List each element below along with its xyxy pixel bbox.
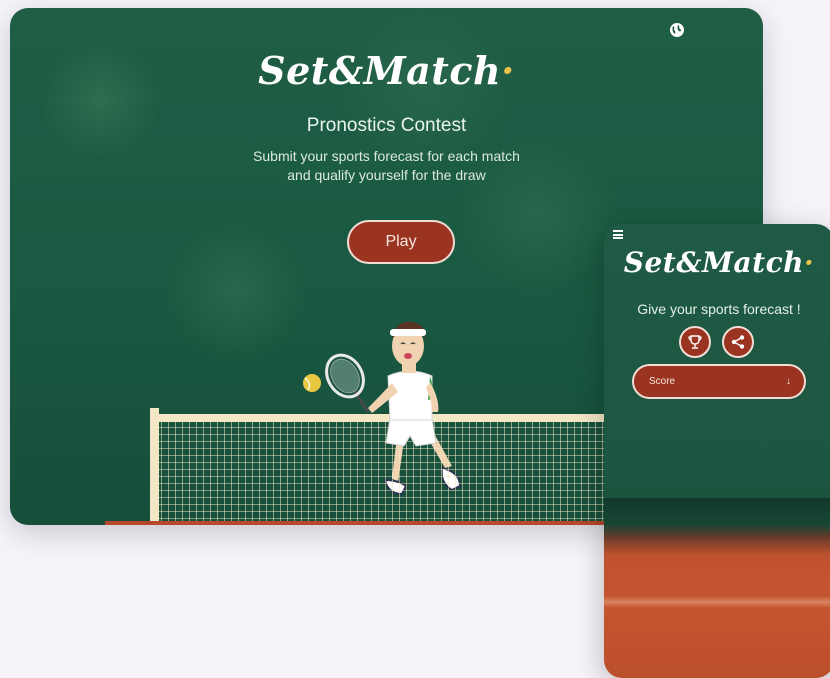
score-select[interactable]: Score ↓: [632, 364, 806, 399]
contest-subtitle: Submit your sports forecast for each mat…: [10, 147, 763, 185]
share-icon: [731, 335, 745, 349]
trophy-button[interactable]: [679, 326, 711, 358]
brand-logo: Set&Match·: [10, 48, 763, 93]
contest-title: Pronostics Contest: [306, 115, 467, 136]
subtitle-line-2: and qualify yourself for the draw: [287, 167, 486, 183]
stadium-wall: [604, 498, 830, 538]
hamburger-menu-icon[interactable]: [613, 230, 623, 239]
subtitle-line-1: Submit your sports forecast for each mat…: [253, 148, 520, 164]
forecast-tagline: Give your sports forecast !: [637, 301, 801, 317]
phone-brand-logo-text: Set&Match: [623, 246, 804, 279]
share-button[interactable]: [722, 326, 754, 358]
phone-brand-logo: Set&Match·: [604, 246, 830, 279]
clay-court-strip: [105, 521, 625, 525]
score-select-label: Score: [649, 376, 676, 387]
tennis-player-illustration: [150, 321, 625, 525]
trophy-icon: [688, 335, 702, 349]
phone-screen: Set&Match· Give your sports forecast ! S…: [604, 224, 830, 678]
brand-logo-dot: ·: [501, 48, 515, 93]
phone-brand-logo-dot: ·: [803, 246, 815, 279]
brand-logo-text: Set&Match: [258, 48, 502, 93]
court-line: [604, 596, 830, 608]
globe-icon[interactable]: [669, 22, 685, 38]
arrow-down-icon: ↓: [786, 376, 791, 387]
play-button[interactable]: Play: [347, 220, 455, 264]
